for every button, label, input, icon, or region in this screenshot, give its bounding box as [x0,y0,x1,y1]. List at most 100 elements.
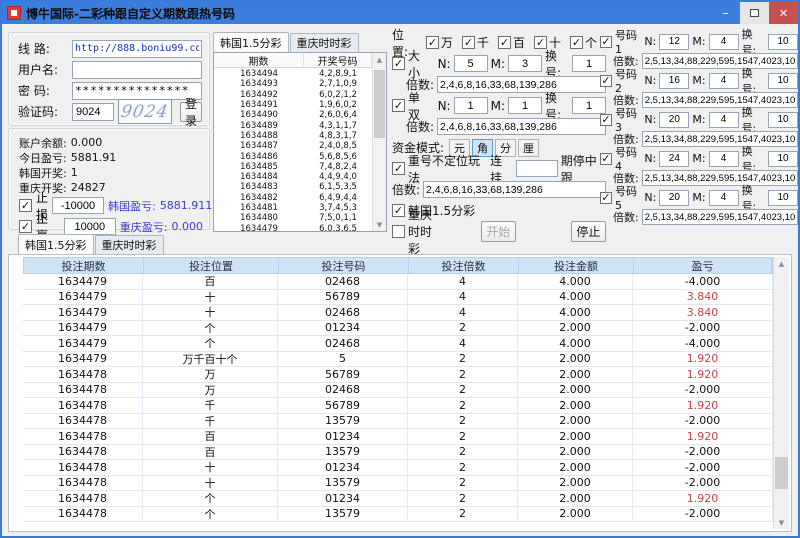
bet-row[interactable]: 1634478 百 13579 2 2.000 -2.000 [23,444,773,460]
danshuang-beishu-input[interactable] [437,118,606,135]
daxiao-m-input[interactable] [508,55,542,72]
captcha-image[interactable]: 9024 [118,99,172,124]
daxiao-checkbox[interactable] [392,57,405,70]
draw-row[interactable]: 1634489 4,3,1,1,7 [214,120,372,131]
hot-number-checkbox[interactable] [600,191,612,204]
danshuang-n-input[interactable] [453,97,488,114]
draw-row[interactable]: 1634482 6,4,9,4,4 [214,193,372,203]
hot-number-n-input[interactable] [659,150,690,167]
login-button[interactable]: 登录 [180,97,202,128]
bet-row[interactable]: 1634479 万千百十个 5 2 2.000 1.920 [23,351,773,367]
hot-number-n-input[interactable] [659,72,690,89]
bet-row[interactable]: 1634479 百 02468 4 4.000 -4.000 [23,274,773,290]
hot-number-m-input[interactable] [708,150,739,167]
tab-korea-draws[interactable]: 韩国1.5分彩 [213,32,289,52]
tab-chongqing-draws[interactable]: 重庆时时彩 [289,33,359,52]
hot-number-checkbox[interactable] [600,35,612,48]
bet-row[interactable]: 1634478 百 01234 2 2.000 1.920 [23,429,773,445]
lianggua-input[interactable] [515,160,558,177]
position-option[interactable]: 个 [569,34,597,51]
daxiao-beishu-input[interactable] [437,76,606,93]
bet-row[interactable]: 1634478 千 56789 2 2.000 1.920 [23,398,773,414]
position-option[interactable]: 千 [461,34,489,51]
username-field[interactable] [72,60,202,79]
daxiao-n-input[interactable] [453,55,488,72]
position-option[interactable]: 百 [497,34,525,51]
bet-row[interactable]: 1634478 千 13579 2 2.000 -2.000 [23,413,773,429]
bet-row[interactable]: 1634478 十 01234 2 2.000 -2.000 [23,460,773,476]
position-option[interactable]: 万 [425,34,453,51]
draw-row[interactable]: 1634486 5,6,8,5,6 [214,151,372,162]
bet-row[interactable]: 1634478 万 02468 2 2.000 -2.000 [23,382,773,398]
draw-row[interactable]: 1634483 6,1,5,3,5 [214,182,372,192]
start-button[interactable]: 开始 [480,221,516,242]
danshuang-m-input[interactable] [508,97,542,114]
stop-loss-input[interactable] [52,197,105,214]
position-checkbox[interactable] [569,36,583,49]
hot-number-checkbox[interactable] [600,74,612,87]
draw-row[interactable]: 1634480 7,5,0,1,1 [214,213,372,223]
hot-number-huan-input[interactable] [768,72,798,89]
draw-row[interactable]: 1634487 2,4,0,8,5 [214,141,372,151]
draw-scrollbar[interactable]: ▲ ▼ [372,53,386,231]
stop-win-input[interactable] [63,218,116,235]
tab-chongqing-bets[interactable]: 重庆时时彩 [94,235,164,254]
hot-number-n-input[interactable] [659,111,690,128]
hot-number-beishu-input[interactable] [641,131,798,148]
hot-number-huan-input[interactable] [768,150,798,167]
hot-number-beishu-input[interactable] [641,209,798,226]
scroll-up-icon[interactable]: ▲ [373,53,386,66]
draw-row[interactable]: 1634490 2,6,0,6,4 [214,110,372,120]
bet-scroll-thumb[interactable] [775,457,788,489]
draw-row[interactable]: 1634491 1,9,6,0,2 [214,100,372,110]
draw-row[interactable]: 1634479 6,0,3,6,5 [214,223,372,231]
bet-row[interactable]: 1634478 个 01234 2 2.000 1.920 [23,491,773,507]
close-icon[interactable]: ✕ [769,2,798,24]
bet-row[interactable]: 1634478 万 56789 2 2.000 1.920 [23,367,773,383]
chonghao-beishu-input[interactable] [423,181,606,198]
draw-row[interactable]: 1634481 3,7,4,5,3 [214,203,372,213]
danshuang-checkbox[interactable] [392,99,405,112]
draw-row[interactable]: 1634494 4,2,8,9,1 [214,69,372,79]
bet-row[interactable]: 1634479 个 01234 2 2.000 -2.000 [23,320,773,336]
line-url-input[interactable] [72,39,202,58]
bet-row[interactable]: 1634479 十 56789 4 4.000 3.840 [23,289,773,305]
bet-row[interactable]: 1634479 十 02468 4 4.000 3.840 [23,305,773,321]
hot-number-m-input[interactable] [708,111,739,128]
chongqing-lottery-checkbox[interactable] [392,225,405,238]
bet-row[interactable]: 1634478 个 13579 2 2.000 -2.000 [23,506,773,522]
hot-number-n-input[interactable] [659,33,690,50]
draw-row[interactable]: 1634485 7,4,8,2,4 [214,162,372,172]
hot-number-checkbox[interactable] [600,152,612,165]
hot-number-beishu-input[interactable] [641,92,798,109]
korea-lottery-checkbox[interactable] [392,204,405,217]
stop-win-checkbox[interactable] [19,220,32,233]
hot-number-huan-input[interactable] [768,111,798,128]
hot-number-huan-input[interactable] [768,33,798,50]
hot-number-beishu-input[interactable] [641,53,798,70]
minimize-icon[interactable]: – [711,2,740,24]
hot-number-beishu-input[interactable] [641,170,798,187]
scroll-down-icon[interactable]: ▼ [774,516,789,529]
bet-row[interactable]: 1634478 十 13579 2 2.000 -2.000 [23,475,773,491]
bet-scrollbar[interactable]: ▲ ▼ [773,257,789,529]
scroll-down-icon[interactable]: ▼ [373,218,386,231]
fund-mode-button[interactable]: 厘 [518,138,540,157]
maximize-icon[interactable] [740,2,769,24]
stop-loss-checkbox[interactable] [19,199,32,212]
hot-number-m-input[interactable] [708,33,739,50]
draw-row[interactable]: 1634492 6,0,2,1,2 [214,90,372,100]
draw-row[interactable]: 1634484 4,4,9,4,0 [214,172,372,182]
hot-number-m-input[interactable] [708,189,739,206]
chonghao-checkbox[interactable] [392,162,405,175]
hot-number-n-input[interactable] [659,189,690,206]
scroll-up-icon[interactable]: ▲ [774,257,789,270]
hot-number-huan-input[interactable] [768,189,798,206]
hot-number-checkbox[interactable] [600,113,612,126]
bet-row[interactable]: 1634479 个 02468 4 4.000 -4.000 [23,336,773,352]
draw-scroll-thumb[interactable] [374,70,385,138]
position-checkbox[interactable] [497,36,511,49]
draw-row[interactable]: 1634488 4,8,3,1,7 [214,131,372,141]
tab-korea-bets[interactable]: 韩国1.5分彩 [18,234,94,254]
draw-row[interactable]: 1634493 2,7,1,0,9 [214,79,372,89]
